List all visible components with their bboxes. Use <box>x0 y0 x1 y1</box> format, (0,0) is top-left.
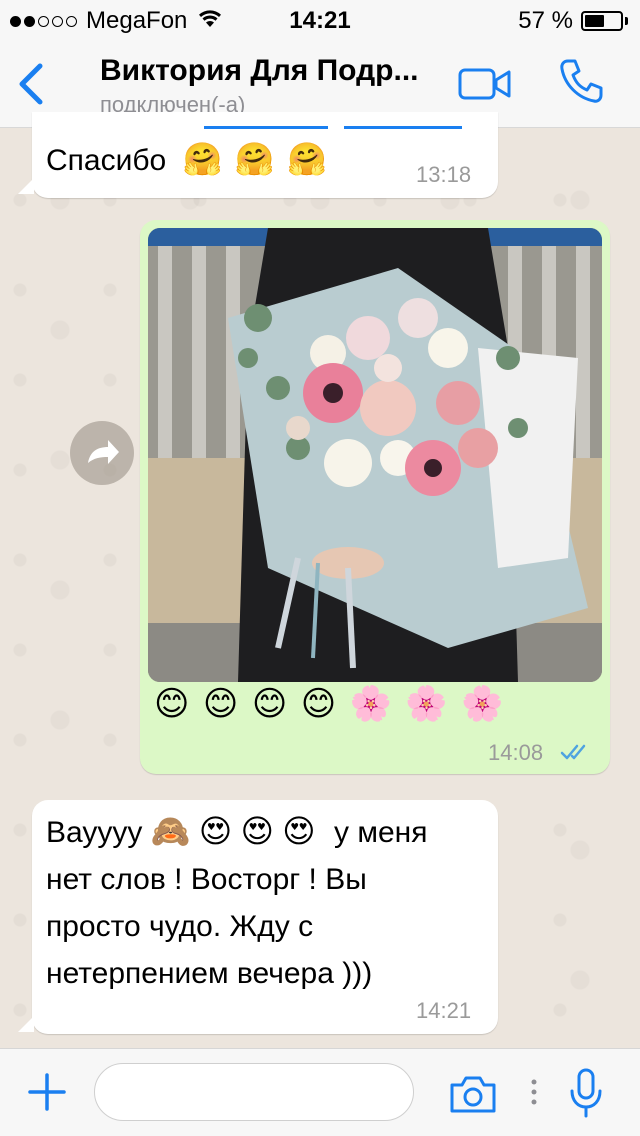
contact-name[interactable]: Виктория Для Подр... <box>100 54 419 88</box>
voice-call-button[interactable] <box>556 56 606 106</box>
link-underline <box>344 126 462 129</box>
camera-button[interactable] <box>448 1073 498 1115</box>
emoji-heart-eyes: 😍 <box>282 813 316 849</box>
message-text: Спасибо 🤗 🤗 🤗 <box>46 136 327 184</box>
forward-button[interactable] <box>70 421 134 485</box>
emoji-hug: 🤗 <box>182 141 223 177</box>
emoji-cherry-blossom: 🌸 <box>461 685 506 723</box>
message-text-body: Спасибо <box>46 144 167 177</box>
bouquet-photo[interactable] <box>148 228 602 682</box>
message-line: нетерпением вечера ))) <box>46 957 373 990</box>
video-camera-icon <box>458 68 511 100</box>
bouquet-image <box>148 228 602 682</box>
bubble-tail <box>18 178 34 194</box>
link-underline <box>204 126 328 129</box>
voice-message-button[interactable] <box>568 1067 604 1119</box>
chevron-left-icon <box>19 63 43 105</box>
message-text: Вауууу 🙈 😍 😍 😍 у меня нет слов ! Восторг… <box>46 808 427 997</box>
plus-icon <box>28 1073 66 1111</box>
message-line: Вауууу 🙈 😍 😍 😍 у меня <box>46 808 427 856</box>
attach-button[interactable] <box>26 1071 68 1113</box>
camera-icon <box>450 1076 496 1113</box>
battery-status: 57 % <box>518 7 628 35</box>
back-button[interactable] <box>14 60 50 108</box>
message-line: просто чудо. Жду с <box>46 910 314 943</box>
outgoing-emoji-row: 😊 😊 😊 😊 🌸 🌸 🌸 <box>154 684 506 724</box>
emoji-hug: 🤗 <box>286 141 327 177</box>
double-check-icon <box>560 742 592 767</box>
emoji-cherry-blossom: 🌸 <box>405 685 450 723</box>
message-bubble-incoming[interactable]: Спасибо 🤗 🤗 🤗 13:18 <box>32 112 498 198</box>
emoji-smile: 😊 <box>202 685 241 723</box>
battery-percent: 57 % <box>518 7 573 34</box>
phone-icon <box>560 59 603 103</box>
emoji-cherry-blossom: 🌸 <box>349 685 394 723</box>
message-time: 14:21 <box>416 998 472 1023</box>
emoji-heart-eyes: 😍 <box>198 813 233 849</box>
microphone-icon <box>570 1068 602 1118</box>
emoji-see-no-evil: 🙈 <box>150 813 191 849</box>
message-input-bar <box>0 1048 640 1136</box>
video-call-button[interactable] <box>458 66 512 102</box>
message-line-text: Вауууу <box>46 816 143 849</box>
emoji-smile: 😊 <box>154 685 192 723</box>
message-line: нет слов ! Восторг ! Вы <box>46 863 367 896</box>
emoji-smile: 😊 <box>251 685 290 723</box>
battery-icon <box>581 11 623 31</box>
message-line-text: у меня <box>334 816 428 849</box>
message-bubble-incoming[interactable]: Вауууу 🙈 😍 😍 😍 у меня нет слов ! Восторг… <box>32 800 498 1034</box>
message-input[interactable] <box>94 1063 414 1121</box>
emoji-heart-eyes: 😍 <box>240 813 274 849</box>
bubble-tail <box>18 1016 34 1032</box>
battery-fill <box>585 15 604 27</box>
forward-arrow-icon <box>88 440 119 464</box>
status-bar: MegaFon 14:21 57 % <box>0 0 640 40</box>
message-time: 14:08 <box>488 740 544 765</box>
battery-cap <box>625 17 628 25</box>
message-time: 13:18 <box>416 162 472 187</box>
more-dots-icon <box>530 1077 538 1107</box>
emoji-smile: 😊 <box>300 685 339 723</box>
emoji-hug: 🤗 <box>234 141 275 177</box>
